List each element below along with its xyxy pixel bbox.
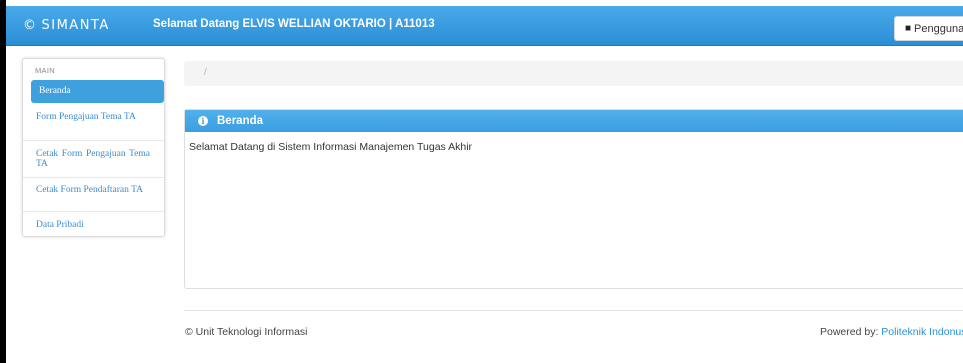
brand-logo[interactable]: © SIMANTA — [23, 15, 110, 35]
breadcrumb: / — [184, 61, 963, 86]
footer-divider — [184, 310, 963, 311]
welcome-text: Selamat Datang ELVIS WELLIAN OKTARIO | A… — [153, 18, 435, 30]
sidebar-menu: MAIN Beranda Form Pengajuan Tema TA Ceta… — [22, 58, 165, 237]
footer-powered-by: Powered by: Politeknik Indonusa — [820, 326, 963, 338]
footer-copyright: © Unit Teknologi Informasi — [185, 326, 308, 338]
sidebar-section-label: MAIN — [35, 66, 55, 75]
panel-body-text: Selamat Datang di Sistem Informasi Manaj… — [189, 141, 473, 153]
powered-by-label: Powered by: — [820, 326, 882, 338]
info-icon: i — [198, 116, 208, 126]
top-navbar: © SIMANTA Selamat Datang ELVIS WELLIAN O… — [6, 6, 963, 46]
panel-heading: i Beranda — [185, 110, 963, 132]
brand-name: SIMANTA — [41, 17, 110, 33]
sidebar-item-beranda[interactable]: Beranda — [31, 80, 164, 103]
window-left-edge — [0, 0, 6, 363]
powered-by-link[interactable]: Politeknik Indonusa — [881, 326, 963, 338]
sidebar-item-cetak-form-pendaftaran-ta[interactable]: Cetak Form Pendaftaran TA — [23, 178, 164, 212]
user-menu-label: Pengguna — [914, 22, 963, 35]
sidebar-item-data-pribadi[interactable]: Data Pribadi — [23, 220, 164, 230]
breadcrumb-separator: / — [204, 67, 207, 78]
sidebar-item-cetak-form-pengajuan-tema-ta[interactable]: Cetak Form Pengajuan Tema TA — [23, 141, 164, 178]
brand-circle-icon: © — [23, 17, 38, 33]
sidebar-item-form-pengajuan-tema-ta[interactable]: Form Pengajuan Tema TA — [23, 110, 164, 141]
content-panel: i Beranda Selamat Datang di Sistem Infor… — [184, 109, 963, 289]
panel-title: Beranda — [217, 115, 264, 127]
user-icon: ■ — [905, 23, 912, 34]
user-menu-button[interactable]: ■ Pengguna ▾ — [894, 16, 963, 41]
